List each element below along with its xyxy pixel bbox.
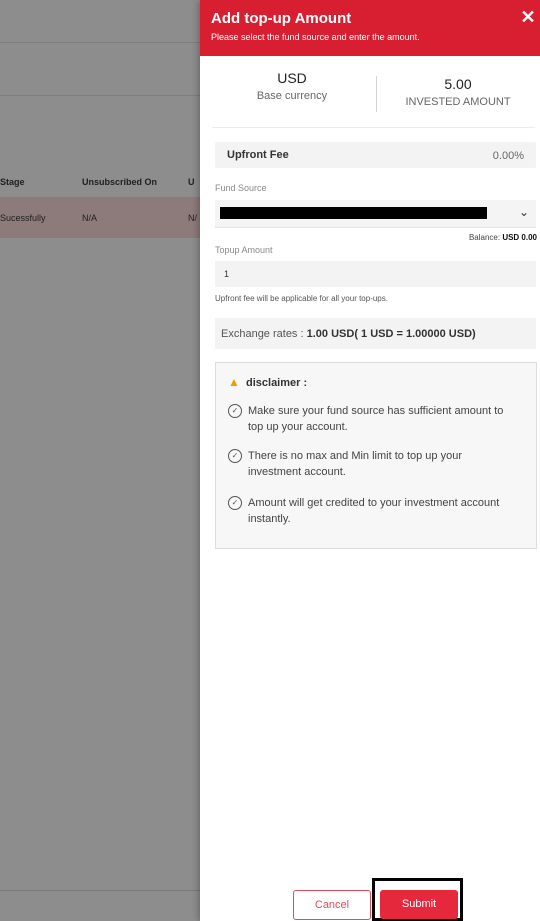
exchange-rate-text: Exchange rates : 1.00 USD( 1 USD = 1.000… bbox=[221, 328, 476, 340]
table-cell-truncated: N/ bbox=[188, 213, 197, 223]
upfront-fee-row: Upfront Fee 0.00% bbox=[215, 142, 536, 168]
exchange-rate-value: 1.00 USD( 1 USD = 1.00000 USD) bbox=[306, 328, 476, 340]
disclaimer-item-text: There is no max and Min limit to top up … bbox=[248, 450, 462, 478]
topup-amount-label: Topup Amount bbox=[215, 245, 273, 255]
invested-amount-value: 5.00 bbox=[444, 76, 472, 92]
check-circle-icon: ✓ bbox=[228, 404, 242, 418]
base-currency: USD Base currency bbox=[212, 70, 372, 102]
upfront-fee-label: Upfront Fee bbox=[227, 149, 289, 161]
base-currency-value: USD bbox=[277, 70, 307, 86]
summary-panel: USD Base currency 5.00 INVESTED AMOUNT bbox=[212, 70, 535, 120]
divider bbox=[0, 890, 200, 891]
invested-amount-label: INVESTED AMOUNT bbox=[405, 96, 511, 108]
balance-text: Balance: USD 0.00 bbox=[469, 233, 537, 242]
balance-label: Balance: bbox=[468, 233, 501, 242]
topup-drawer: Add top-up Amount Please select the fund… bbox=[200, 0, 540, 921]
disclaimer-box: ▲ disclaimer : ✓ Make sure your fund sour… bbox=[215, 362, 537, 549]
disclaimer-heading: ▲ disclaimer : bbox=[228, 375, 307, 389]
disclaimer-item: ✓ There is no max and Min limit to top u… bbox=[228, 448, 518, 480]
topup-amount-input[interactable]: 1 bbox=[215, 261, 536, 287]
upfront-fee-value: 0.00% bbox=[492, 150, 524, 162]
disclaimer-item-text: Make sure your fund source has sufficien… bbox=[248, 405, 504, 433]
divider bbox=[376, 76, 377, 112]
table-cell-unsubscribed-on: N/A bbox=[82, 213, 98, 223]
topup-amount-value: 1 bbox=[224, 269, 230, 279]
exchange-rate-box: Exchange rates : 1.00 USD( 1 USD = 1.000… bbox=[215, 318, 536, 349]
exchange-rate-label: Exchange rates : bbox=[221, 328, 304, 340]
background-page: Stage Unsubscribed On U Sucessfully N/A … bbox=[0, 0, 200, 921]
invested-amount: 5.00 INVESTED AMOUNT bbox=[378, 76, 538, 108]
redacted-value bbox=[220, 207, 487, 219]
drawer-subtitle: Please select the fund source and enter … bbox=[211, 32, 420, 42]
disclaimer-title: disclaimer : bbox=[246, 377, 308, 389]
check-circle-icon: ✓ bbox=[228, 496, 242, 510]
drawer-header: Add top-up Amount Please select the fund… bbox=[200, 0, 540, 56]
upfront-fee-hint: Upfront fee will be applicable for all y… bbox=[215, 294, 388, 303]
table-header-stage: Stage bbox=[0, 177, 25, 187]
disclaimer-item-text: Amount will get credited to your investm… bbox=[248, 497, 500, 525]
table-cell-stage: Sucessfully bbox=[0, 213, 46, 223]
balance-value: USD 0.00 bbox=[502, 233, 537, 242]
table-header-unsubscribed-on: Unsubscribed On bbox=[82, 177, 158, 187]
divider bbox=[212, 127, 535, 128]
divider bbox=[0, 95, 200, 96]
disclaimer-item: ✓ Make sure your fund source has suffici… bbox=[228, 403, 518, 435]
base-currency-label: Base currency bbox=[256, 90, 328, 102]
cancel-button[interactable]: Cancel bbox=[293, 890, 371, 920]
close-icon[interactable]: ✕ bbox=[519, 8, 537, 26]
warning-icon: ▲ bbox=[228, 375, 240, 389]
fund-source-select[interactable]: ⌄ bbox=[215, 200, 536, 228]
submit-button[interactable]: Submit bbox=[380, 890, 458, 919]
table-header-truncated: U bbox=[188, 177, 195, 187]
divider bbox=[0, 42, 200, 43]
chevron-down-icon: ⌄ bbox=[518, 205, 529, 219]
check-circle-icon: ✓ bbox=[228, 449, 242, 463]
drawer-title: Add top-up Amount bbox=[211, 10, 352, 27]
disclaimer-item: ✓ Amount will get credited to your inves… bbox=[228, 495, 518, 527]
fund-source-label: Fund Source bbox=[215, 183, 267, 193]
